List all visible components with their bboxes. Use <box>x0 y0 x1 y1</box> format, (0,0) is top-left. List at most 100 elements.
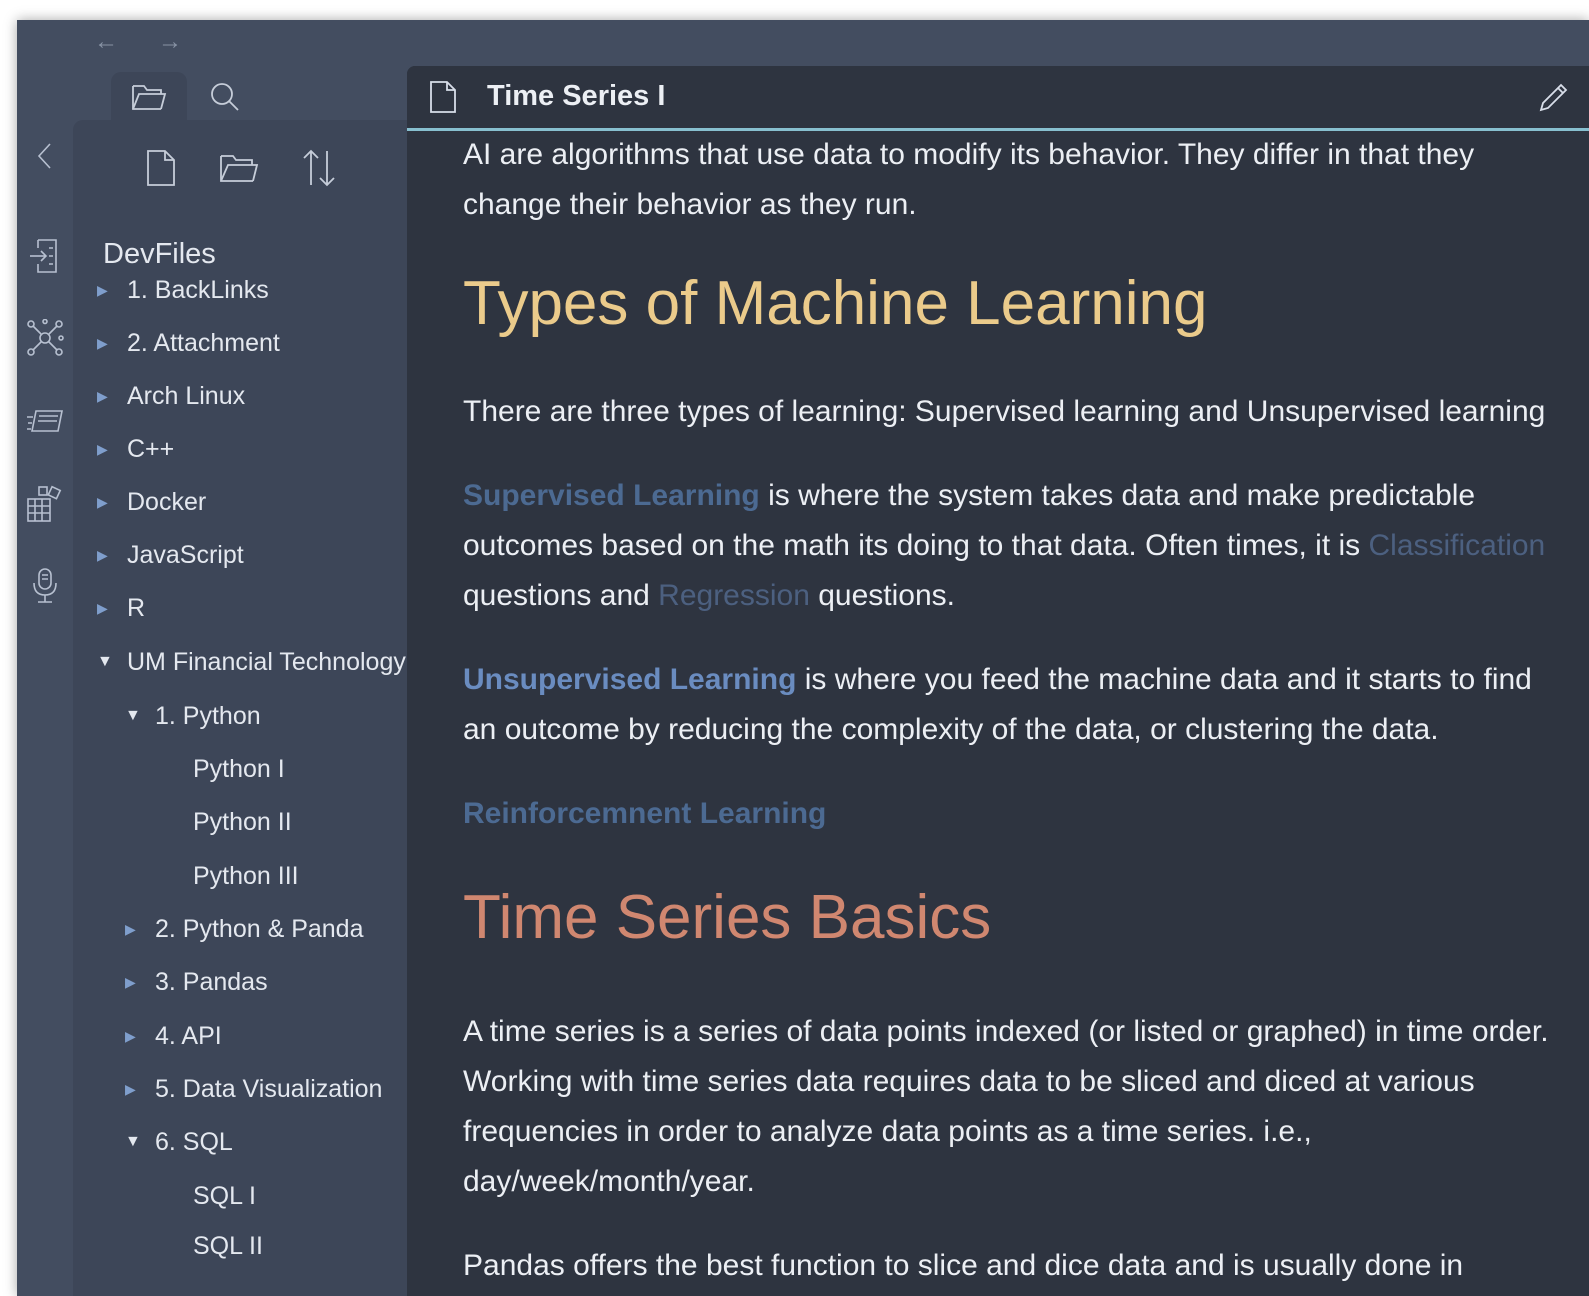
caret-right-icon: ▶ <box>97 546 108 563</box>
paragraph-supervised-line-3: questions and Regression questions. <box>463 571 1589 621</box>
paragraph-supervised-line-2: outcomes based on the math its doing to … <box>463 521 1589 571</box>
tree-file-python-ii[interactable]: Python II <box>187 802 407 842</box>
tree-item-label: SQL II <box>193 1231 263 1260</box>
forward-button[interactable]: → <box>155 28 185 56</box>
caret-right-icon: ▶ <box>97 599 108 616</box>
caret-right-icon: ▶ <box>97 334 108 351</box>
tree-item-label: 4. API <box>155 1021 222 1050</box>
regression-link[interactable]: Regression <box>658 579 810 612</box>
title-bar: ← → <box>17 20 1589 66</box>
sort-button[interactable] <box>295 144 343 192</box>
search-icon <box>211 83 239 111</box>
text-span: questions and <box>463 579 659 612</box>
note-header: Time Series I <box>407 66 1589 131</box>
tree-folder-docker[interactable]: ▶ Docker <box>97 482 407 522</box>
tree-item-label: 2. Attachment <box>127 328 280 357</box>
vault-name: DevFiles <box>103 238 216 270</box>
tree-item-label: 2. Python & Panda <box>155 914 364 943</box>
caret-right-icon: ▶ <box>125 973 136 990</box>
paragraph-types: There are three types of learning: Super… <box>463 395 1546 428</box>
tree-item-label: Python III <box>193 861 299 890</box>
search-tab[interactable] <box>187 72 263 122</box>
file-explorer-sidebar: DevFiles ▶ 1. BackLinks ▶ 2. Attachment ▶ A… <box>73 66 407 1296</box>
caret-right-icon: ▶ <box>125 1027 136 1044</box>
tree-item-label: Docker <box>127 487 207 516</box>
text-span: questions. <box>809 579 955 612</box>
file-explorer-panel: DevFiles ▶ 1. BackLinks ▶ 2. Attachment ▶ A… <box>73 120 407 1296</box>
tree-folder-python[interactable]: ▼ 1. Python <box>125 696 407 736</box>
tree-file-sql-i[interactable]: SQL I <box>187 1176 407 1216</box>
tree-item-label: R <box>127 593 146 622</box>
chevron-left-icon[interactable] <box>25 136 65 176</box>
tree-folder-r[interactable]: ▶ R <box>97 588 407 628</box>
text-span: outcomes based on the math its doing to … <box>463 529 1369 562</box>
heading-types-of-ml: Types of Machine Learning <box>463 269 1208 338</box>
text-span: is where you feed the machine data and i… <box>796 663 1532 696</box>
tree-folder-attachment[interactable]: ▶ 2. Attachment <box>97 323 407 363</box>
file-action-bar <box>73 144 407 194</box>
app-window: ← → DevFiles ▶ 1. BackLinks ▶ 2. Attachm… <box>17 20 1589 1296</box>
caret-right-icon: ▶ <box>125 1080 136 1097</box>
tree-folder-javascript[interactable]: ▶ JavaScript <box>97 535 407 575</box>
paragraph-pandas-line-1: Pandas offers the best function to slice… <box>463 1249 1464 1282</box>
text-span: is where the system takes data and make … <box>759 479 1476 512</box>
paragraph-reinforcement: Reinforcemnent Learning <box>463 789 1589 839</box>
paragraph-unsupervised-line-2: an outcome by reducing the complexity of… <box>463 713 1439 746</box>
tree-item-label: UM Financial Technology <box>127 647 406 676</box>
classification-link[interactable]: Classification <box>1369 529 1546 562</box>
sidebar-tab-bar <box>73 66 407 122</box>
tree-file-python-iii[interactable]: Python III <box>187 856 407 896</box>
left-ribbon <box>17 66 73 1296</box>
tree-item-label: Arch Linux <box>127 381 246 410</box>
back-button[interactable]: ← <box>91 28 121 56</box>
new-note-icon <box>147 150 175 186</box>
caret-down-icon: ▼ <box>97 653 113 670</box>
caret-right-icon: ▶ <box>97 440 108 457</box>
reinforcement-learning-link[interactable]: Reinforcemnent Learning <box>463 797 826 830</box>
tree-folder-um-fintech[interactable]: ▼ UM Financial Technology <box>97 642 407 682</box>
tree-folder-backlinks[interactable]: ▶ 1. BackLinks <box>97 270 407 310</box>
new-folder-icon <box>220 155 259 182</box>
tree-item-label: 1. Python <box>155 701 261 730</box>
unsupervised-learning-link[interactable]: Unsupervised Learning <box>463 663 796 696</box>
new-folder-button[interactable] <box>215 144 263 192</box>
tree-item-label: SQL I <box>193 1181 256 1210</box>
paragraph-intro-line-2: change their behavior as they run. <box>463 188 917 221</box>
tree-item-label: 3. Pandas <box>155 967 268 996</box>
tree-folder-python-panda[interactable]: ▶ 2. Python & Panda <box>125 909 407 949</box>
heading-time-series-basics: Time Series Basics <box>463 883 992 952</box>
new-note-button[interactable] <box>137 144 185 192</box>
tree-item-label: Python I <box>193 754 285 783</box>
editor-pane: Time Series I AI are algorithms that use… <box>407 66 1589 1296</box>
document-export-icon[interactable] <box>25 236 65 276</box>
caret-down-icon: ▼ <box>125 707 141 724</box>
caret-right-icon: ▶ <box>97 387 108 404</box>
tree-folder-sql[interactable]: ▼ 6. SQL <box>125 1122 407 1162</box>
tree-folder-data-visualization[interactable]: ▶ 5. Data Visualization <box>125 1069 407 1109</box>
tree-item-label: C++ <box>127 434 175 463</box>
paragraph-ts-line-2: Working with time series data requires d… <box>463 1065 1475 1098</box>
tree-folder-cpp[interactable]: ▶ C++ <box>97 429 407 469</box>
paragraph-unsupervised-line-1: Unsupervised Learning is where you feed … <box>463 655 1589 705</box>
paragraph-ts-line-4: day/week/month/year. <box>463 1165 755 1198</box>
tree-folder-arch-linux[interactable]: ▶ Arch Linux <box>97 376 407 416</box>
document-icon <box>429 80 457 119</box>
plugins-grid-icon[interactable] <box>25 484 65 524</box>
microphone-icon[interactable] <box>25 566 65 606</box>
caret-right-icon: ▶ <box>125 920 136 937</box>
files-tab[interactable] <box>111 72 187 122</box>
paragraph-intro-line-1: AI are algorithms that use data to modif… <box>463 138 1475 171</box>
supervised-learning-link[interactable]: Supervised Learning <box>463 479 760 512</box>
tree-file-sql-ii[interactable]: SQL II <box>187 1226 407 1266</box>
tree-folder-api[interactable]: ▶ 4. API <box>125 1016 407 1056</box>
caret-right-icon: ▶ <box>97 493 108 510</box>
tree-item-label: 5. Data Visualization <box>155 1074 383 1103</box>
note-title[interactable]: Time Series I <box>487 80 665 113</box>
sort-icon <box>303 149 335 187</box>
tree-folder-pandas[interactable]: ▶ 3. Pandas <box>125 962 407 1002</box>
tree-file-python-i[interactable]: Python I <box>187 749 407 789</box>
pencil-icon[interactable] <box>1533 78 1573 118</box>
graph-view-icon[interactable] <box>25 318 65 358</box>
slides-icon[interactable] <box>25 400 65 440</box>
paragraph-ts-line-3: frequencies in order to analyze data poi… <box>463 1115 1312 1148</box>
